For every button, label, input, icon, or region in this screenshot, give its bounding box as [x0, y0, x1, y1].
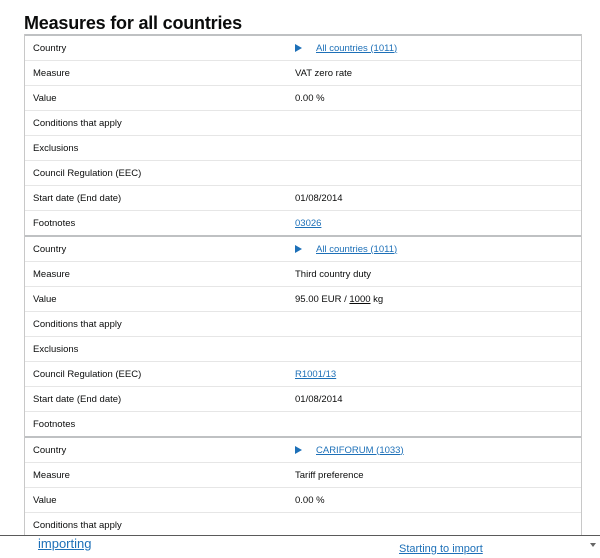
measure-row-label: Country	[33, 243, 67, 255]
country-link[interactable]: CARIFORUM (1033)	[316, 445, 404, 456]
duty-unit-quantity: 1000	[349, 293, 371, 305]
measure-row-label: Exclusions	[33, 343, 79, 355]
country-link[interactable]: All countries (1011)	[316, 244, 397, 255]
measure-row-label: Conditions that apply	[33, 117, 122, 129]
measure-block: Country All countries (1011) Measure VAT ze…	[25, 34, 581, 235]
measure-row-label: Council Regulation (EEC)	[33, 368, 142, 380]
content-area: Measures for all countries Country All co…	[0, 0, 600, 535]
measure-row-label: Value	[33, 92, 57, 104]
measure-row: Exclusions	[25, 136, 581, 161]
measure-row: Value 95.00 EUR / 1000 kg	[25, 287, 581, 312]
duty-unit: kg	[370, 293, 384, 305]
measure-row-value: 95.00 EUR / 1000 kg	[295, 294, 581, 305]
measure-row-label: Council Regulation (EEC)	[33, 167, 142, 179]
measure-row-value: R1001/13	[295, 369, 581, 380]
measure-block: Country CARIFORUM (1033) Measure Tariff pre…	[25, 436, 581, 535]
measure-row-value: VAT zero rate	[295, 67, 353, 79]
measure-row-value: 01/08/2014	[295, 393, 343, 405]
measure-row: Measure Tariff preference	[25, 463, 581, 488]
duty-amount: 95.00 EUR /	[295, 293, 350, 305]
footer-bar: importing Starting to import	[0, 535, 600, 558]
measure-row-value: 01/08/2014	[295, 192, 343, 204]
importing-link[interactable]: importing	[38, 536, 91, 551]
measure-row-value: All countries (1011)	[295, 244, 581, 255]
measure-row: Conditions that apply	[25, 111, 581, 136]
measure-row: Country CARIFORUM (1033)	[25, 438, 581, 463]
measure-row-value: 0.00 %	[295, 494, 325, 506]
measure-row: Measure Third country duty	[25, 262, 581, 287]
measure-row-value: 0.00 %	[295, 92, 325, 104]
measure-row: Country All countries (1011)	[25, 36, 581, 61]
measure-row: Footnotes	[25, 412, 581, 436]
measure-row-label: Start date (End date)	[33, 192, 122, 204]
measure-row: Value 0.00 %	[25, 86, 581, 111]
measure-row-label: Value	[33, 494, 57, 506]
measure-row-label: Footnotes	[33, 418, 76, 430]
measure-row-label: Conditions that apply	[33, 318, 122, 330]
scroll-down-icon[interactable]	[590, 543, 596, 547]
measure-row-value: Third country duty	[295, 268, 372, 280]
measure-row-label: Exclusions	[33, 142, 79, 154]
measure-value-link[interactable]: 03026	[295, 218, 321, 229]
measure-row-label: Conditions that apply	[33, 519, 122, 531]
measure-row: Conditions that apply	[25, 513, 581, 535]
country-link[interactable]: All countries (1011)	[316, 43, 397, 54]
measure-row-label: Measure	[33, 67, 70, 79]
measure-row: Value 0.00 %	[25, 488, 581, 513]
measure-row-label: Country	[33, 42, 67, 54]
measure-row-value: 03026	[295, 218, 581, 229]
measure-row: Start date (End date) 01/08/2014	[25, 387, 581, 412]
measure-row-label: Footnotes	[33, 217, 76, 229]
starting-to-import-link[interactable]: Starting to import	[399, 543, 483, 555]
measure-value-link[interactable]: R1001/13	[295, 369, 336, 380]
expand-triangle-icon[interactable]	[295, 43, 302, 52]
measure-row-label: Measure	[33, 469, 70, 481]
measure-row-value: CARIFORUM (1033)	[295, 445, 581, 456]
measure-row: Start date (End date) 01/08/2014	[25, 186, 581, 211]
measure-row-label: Value	[33, 293, 57, 305]
measure-block: Country All countries (1011) Measure Third …	[25, 235, 581, 436]
page-title: Measures for all countries	[24, 13, 242, 33]
measure-row: Council Regulation (EEC)	[25, 161, 581, 186]
measure-row: Conditions that apply	[25, 312, 581, 337]
measure-row: Measure VAT zero rate	[25, 61, 581, 86]
measure-row: Country All countries (1011)	[25, 237, 581, 262]
measure-row-label: Start date (End date)	[33, 393, 122, 405]
measure-row: Exclusions	[25, 337, 581, 362]
measures-table: Country All countries (1011) Measure VAT ze…	[24, 34, 582, 535]
measure-row: Footnotes 03026	[25, 211, 581, 235]
measure-row-label: Measure	[33, 268, 70, 280]
expand-triangle-icon[interactable]	[295, 445, 302, 454]
measure-row-value: All countries (1011)	[295, 43, 581, 54]
measure-row-label: Country	[33, 444, 67, 456]
expand-triangle-icon[interactable]	[295, 244, 302, 253]
measure-row: Council Regulation (EEC) R1001/13	[25, 362, 581, 387]
measure-row-value: Tariff preference	[295, 469, 364, 481]
